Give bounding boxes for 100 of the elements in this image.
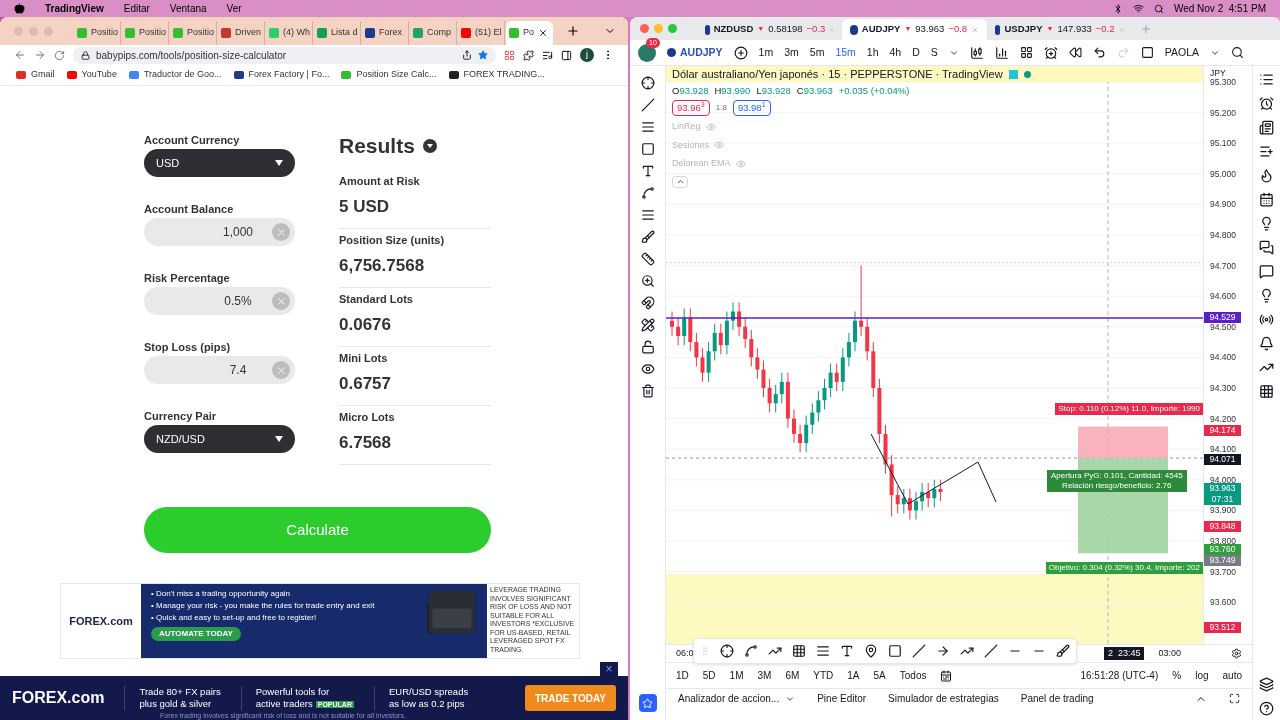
bluetooth-icon[interactable] <box>1112 3 1123 14</box>
alert-icon[interactable] <box>1043 45 1058 60</box>
range-button[interactable]: 5A <box>873 668 886 683</box>
share-icon[interactable] <box>462 50 472 60</box>
trash-icon[interactable] <box>640 384 655 398</box>
bookmark[interactable]: FOREX TRADING... <box>448 68 545 82</box>
drag-handle-icon[interactable] <box>700 646 710 656</box>
symbol-button[interactable]: AUDJPY <box>667 44 723 61</box>
browser-tab[interactable]: Driven <box>218 21 265 45</box>
settings-icon[interactable] <box>1231 648 1242 659</box>
pattern-icon[interactable] <box>744 644 758 658</box>
browser-tab[interactable]: Positio <box>170 21 217 45</box>
candles-icon[interactable] <box>969 45 984 60</box>
bookmark[interactable]: Forex Factory | Fo... <box>233 68 330 82</box>
wifi-icon[interactable] <box>1132 3 1144 14</box>
browser-tab[interactable]: (4) Wh <box>266 21 313 45</box>
date-range-icon[interactable] <box>940 669 953 682</box>
bookmark[interactable]: Position Size Calc... <box>341 68 437 82</box>
chat-icon[interactable] <box>1259 240 1274 255</box>
media-icon[interactable] <box>542 49 553 61</box>
scale-button[interactable]: log <box>1195 668 1209 683</box>
range-button[interactable]: 1A <box>847 668 860 683</box>
text-icon[interactable] <box>840 644 854 658</box>
line-icon[interactable] <box>912 644 926 658</box>
scale-button[interactable]: auto <box>1222 668 1242 683</box>
interval-button[interactable]: 15m <box>835 44 856 61</box>
alarm-icon[interactable] <box>1259 96 1274 111</box>
extension-icon[interactable] <box>504 49 515 61</box>
buy-button[interactable]: 93.98$^{1}$ <box>732 100 771 117</box>
range-button[interactable]: 3M <box>757 668 772 683</box>
menu-item[interactable]: Editar <box>123 1 150 16</box>
layout-name[interactable]: PAOLA <box>1164 44 1200 61</box>
browser-tab[interactable]: Positio <box>122 21 169 45</box>
line-icon[interactable] <box>640 98 655 112</box>
bookmark[interactable]: YouTube <box>66 68 117 82</box>
rectangle-icon[interactable] <box>640 142 655 156</box>
list-icon[interactable] <box>1259 72 1274 87</box>
broadcast-icon[interactable] <box>1259 312 1274 327</box>
interval-button[interactable]: 1h <box>866 44 879 61</box>
layers-icon[interactable] <box>1259 677 1274 692</box>
zoom-icon[interactable] <box>640 274 655 288</box>
maximize-icon[interactable] <box>1229 693 1240 704</box>
layout-icon[interactable] <box>1019 46 1033 59</box>
input-field[interactable]: 7.4 <box>144 356 295 384</box>
pin-icon[interactable] <box>864 644 878 658</box>
address-bar[interactable]: babypips.com/tools/position-size-calculator <box>73 46 496 64</box>
crosshair-icon[interactable] <box>640 76 655 90</box>
interval-button[interactable]: 4h <box>889 44 902 61</box>
select-field[interactable]: USD <box>144 149 295 177</box>
range-button[interactable]: 6M <box>785 668 800 683</box>
lock-icon[interactable] <box>640 340 655 354</box>
menu-item[interactable]: Ventana <box>169 1 207 16</box>
crosshair-icon[interactable] <box>720 644 734 658</box>
interval-button[interactable]: D <box>912 44 920 61</box>
favorites-button[interactable] <box>638 694 657 712</box>
download-icon[interactable] <box>422 139 437 153</box>
side-panel-icon[interactable] <box>561 49 572 61</box>
bell-icon[interactable] <box>1259 336 1274 351</box>
range-button[interactable]: Todos <box>899 668 927 683</box>
browser-tab[interactable]: Lista d <box>314 21 361 45</box>
input-field[interactable]: 1,000 <box>144 218 295 246</box>
interval-button[interactable]: 5m <box>809 44 825 61</box>
pattern-icon[interactable] <box>640 186 655 200</box>
collapse-button[interactable] <box>672 175 688 188</box>
undo-icon[interactable] <box>1092 46 1106 59</box>
fib-icon[interactable] <box>640 208 655 222</box>
browser-tab[interactable]: Comp <box>410 21 457 45</box>
interval-button[interactable]: 3m <box>784 44 799 61</box>
bottom-tab[interactable]: Pine Editor <box>817 691 867 706</box>
magnet-icon[interactable] <box>640 296 655 310</box>
input-field[interactable]: 0.5% <box>144 287 295 315</box>
close-icon[interactable] <box>538 28 548 38</box>
bottom-tab[interactable]: Panel de trading <box>1020 691 1094 706</box>
menu-item[interactable]: Ver <box>226 1 242 16</box>
bottom-tab[interactable]: Analizador de accion... <box>678 691 780 706</box>
back-icon[interactable] <box>14 49 26 61</box>
idea-icon[interactable] <box>1259 288 1274 303</box>
lines-icon[interactable] <box>640 120 655 134</box>
account-avatar[interactable] <box>638 43 656 62</box>
pencil-ruler-icon[interactable] <box>640 318 655 332</box>
brush-icon[interactable] <box>1056 644 1070 658</box>
calendar-icon[interactable] <box>1259 192 1274 207</box>
text-icon[interactable] <box>640 164 655 178</box>
interval-button[interactable]: S <box>930 44 938 61</box>
sell-button[interactable]: 93.96$^{3}$ <box>672 100 710 117</box>
apple-icon[interactable] <box>14 3 25 14</box>
indicators-icon[interactable] <box>994 45 1009 60</box>
flame-icon[interactable] <box>1259 168 1274 183</box>
extensions-icon[interactable] <box>523 49 534 61</box>
add-symbol-icon[interactable] <box>733 45 748 60</box>
bookmark-star-icon[interactable] <box>478 50 488 60</box>
ray-icon[interactable] <box>984 644 998 658</box>
eye-icon[interactable] <box>640 362 655 376</box>
new-tab-icon[interactable] <box>566 24 580 38</box>
scale-button[interactable]: % <box>1172 668 1182 683</box>
bookmark[interactable]: Gmail <box>16 68 55 82</box>
range-button[interactable]: 5D <box>702 668 716 683</box>
reload-icon[interactable] <box>54 49 65 61</box>
app-menu[interactable]: TradingView <box>45 1 104 16</box>
search-icon[interactable] <box>1153 3 1164 14</box>
